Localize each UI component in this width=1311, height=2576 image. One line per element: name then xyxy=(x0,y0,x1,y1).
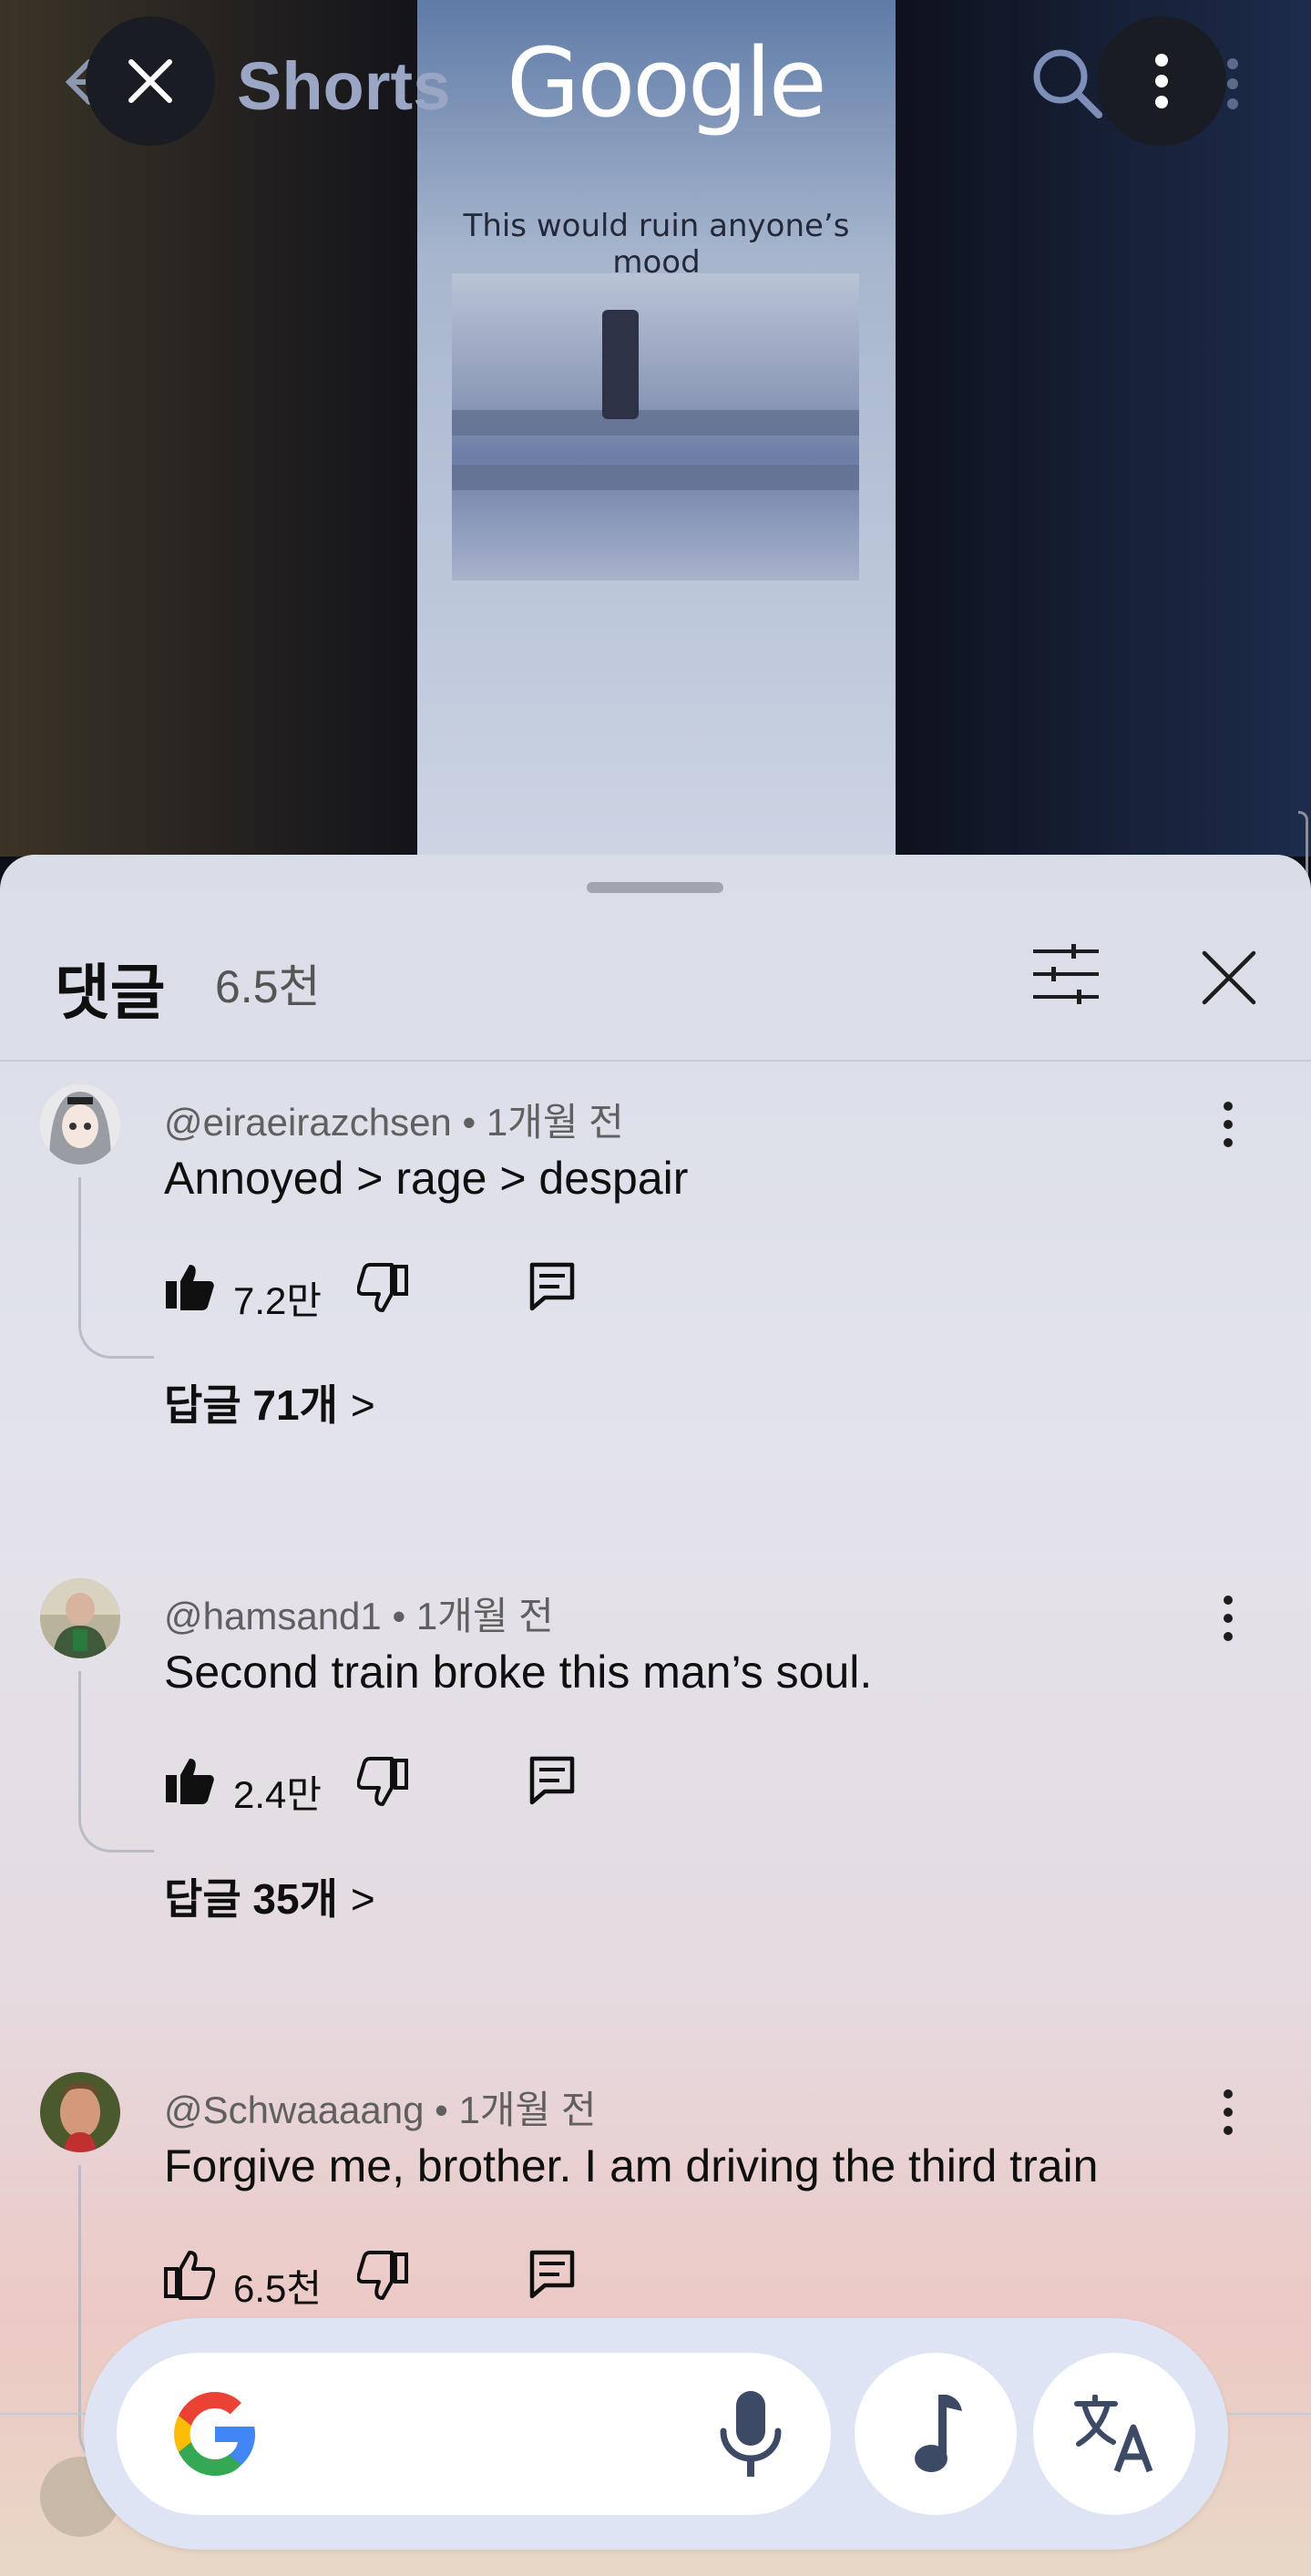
comment-item: @eiraeirazchsen • 1개월 전 Annoyed > rage >… xyxy=(0,1084,1311,1429)
video-caption: This would ruin anyone’s mood xyxy=(463,208,850,281)
music-search-button[interactable] xyxy=(855,2353,1017,2515)
comments-count: 6.5천 xyxy=(215,961,321,1012)
divider xyxy=(0,1060,1311,1062)
drag-handle[interactable] xyxy=(587,882,723,893)
thread-line xyxy=(78,1177,154,1359)
google-search-bar xyxy=(84,2318,1228,2550)
close-icon xyxy=(128,59,172,103)
google-logo: Google xyxy=(507,27,827,139)
view-replies-button[interactable]: 답글 35개 > xyxy=(164,1866,375,1926)
shorts-title: Shorts xyxy=(237,48,451,124)
comment-icon[interactable] xyxy=(528,2249,576,2304)
comment-text: Forgive me, brother. I am driving the th… xyxy=(164,2140,1099,2191)
close-video-button[interactable] xyxy=(86,16,215,146)
comment-author[interactable]: @hamsand1 • 1개월 전 xyxy=(164,1586,554,1641)
google-g-icon xyxy=(164,2384,264,2489)
avatar[interactable] xyxy=(40,1084,120,1165)
more-vert-icon xyxy=(1155,54,1168,108)
thumb-down-icon[interactable] xyxy=(356,2251,408,2306)
thread-line xyxy=(78,1671,154,1852)
close-icon xyxy=(1202,950,1256,1005)
more-vert-icon[interactable] xyxy=(1221,2089,1235,2140)
thumb-up-icon[interactable] xyxy=(164,1261,215,1317)
comment-icon[interactable] xyxy=(528,1755,576,1811)
thumb-up-icon[interactable] xyxy=(164,1755,215,1811)
view-replies-button[interactable]: 답글 71개 > xyxy=(164,1372,375,1432)
comment-actions: 6.5천 xyxy=(164,2245,711,2310)
comments-title: 댓글 xyxy=(55,959,166,1026)
more-vert-icon[interactable] xyxy=(1221,1101,1235,1153)
thumb-up-icon[interactable] xyxy=(164,2249,216,2304)
comment-text: Second train broke this man’s soul. xyxy=(164,1647,873,1698)
like-count: 2.4만 xyxy=(233,1773,323,1816)
more-vert-icon[interactable] xyxy=(1221,1595,1235,1647)
translate-icon xyxy=(1074,2395,1153,2473)
search-input[interactable] xyxy=(117,2353,831,2515)
comment-icon[interactable] xyxy=(528,1261,576,1317)
comment-author[interactable]: @Schwaaaang • 1개월 전 xyxy=(164,2079,597,2135)
search-icon[interactable] xyxy=(1028,44,1104,125)
avatar[interactable] xyxy=(40,1578,120,1658)
thumb-down-icon[interactable] xyxy=(356,1263,408,1319)
more-vert-icon xyxy=(1224,56,1242,116)
comment-author[interactable]: @eiraeirazchsen • 1개월 전 xyxy=(164,1092,624,1147)
filter-sliders-icon[interactable] xyxy=(1031,944,1101,1009)
music-note-icon xyxy=(915,2395,962,2472)
comment-actions: 2.4만 xyxy=(164,1751,711,1816)
video-frame xyxy=(452,273,859,580)
comment-text: Annoyed > rage > despair xyxy=(164,1153,689,1204)
avatar[interactable] xyxy=(40,2072,120,2152)
more-options-button[interactable] xyxy=(1097,16,1226,146)
comment-actions: 7.2만 xyxy=(164,1257,711,1322)
comment-item: @hamsand1 • 1개월 전 Second train broke thi… xyxy=(0,1578,1311,1923)
like-count: 7.2만 xyxy=(233,1279,323,1322)
mic-icon[interactable] xyxy=(718,2389,784,2485)
thumb-down-icon[interactable] xyxy=(356,1757,408,1812)
translate-button[interactable] xyxy=(1033,2353,1195,2515)
like-count: 6.5천 xyxy=(233,2267,323,2310)
close-panel-button[interactable] xyxy=(1201,949,1257,1011)
